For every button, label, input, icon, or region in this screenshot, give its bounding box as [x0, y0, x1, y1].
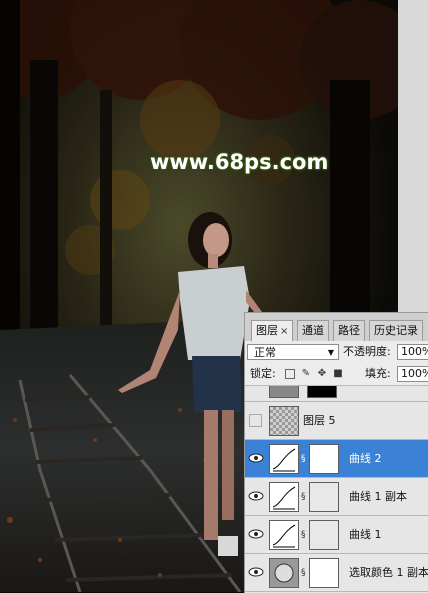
layer-row[interactable]: § 选取颜色 1 副本	[245, 554, 428, 592]
lock-transparent-icon[interactable]	[285, 369, 295, 379]
layer-mask-thumbnail	[307, 386, 337, 398]
close-icon[interactable]: ×	[280, 326, 288, 337]
eye-icon[interactable]	[248, 566, 264, 578]
panel-tab-bar: 图层 × 通道 路径 历史记录	[245, 313, 428, 342]
tab-channels[interactable]: 通道	[297, 320, 329, 341]
layer-row[interactable]: 图层 5	[245, 402, 428, 440]
opacity-field[interactable]: 100%	[397, 344, 428, 360]
curves-adjustment-icon	[269, 482, 299, 512]
tab-history-label: 历史记录	[374, 324, 418, 337]
canvas-gray-edge	[398, 0, 428, 312]
tab-layers[interactable]: 图层 ×	[251, 320, 294, 342]
lock-fill-row: 锁定: ✎ ✥ ■ 填充: 100%	[245, 363, 428, 386]
blend-mode-value: 正常	[254, 346, 276, 359]
layer-row-partial[interactable]	[245, 386, 428, 402]
layer-row[interactable]: § 曲线 1	[245, 516, 428, 554]
lock-all-icon[interactable]: ■	[333, 369, 343, 379]
link-icon: §	[301, 492, 306, 502]
link-icon: §	[301, 454, 306, 464]
chevron-down-icon: ▼	[327, 348, 334, 357]
tab-channels-label: 通道	[302, 324, 324, 337]
curves-adjustment-icon	[269, 520, 299, 550]
layer-thumbnail	[269, 406, 299, 436]
selective-color-icon	[269, 558, 299, 588]
layer-name: 曲线 1 副本	[349, 490, 407, 503]
link-icon: §	[301, 568, 306, 578]
layer-mask-thumbnail	[309, 444, 339, 474]
layer-name: 图层 5	[303, 414, 336, 427]
layers-panel: 图层× 通道 路径 历史记录 正常 ▼ 不透明度: 100% 锁定: ✎ ✥ ■…	[244, 312, 428, 593]
lock-brush-icon[interactable]: ✎	[301, 369, 311, 379]
layer-mask-thumbnail	[309, 558, 339, 588]
opacity-label: 不透明度:	[343, 345, 391, 358]
tab-paths-label: 路径	[338, 324, 360, 337]
eye-icon[interactable]	[248, 452, 264, 464]
link-icon: §	[301, 530, 306, 540]
blend-mode-select[interactable]: 正常 ▼	[247, 344, 339, 360]
tab-paths[interactable]: 路径	[333, 320, 365, 341]
watermark-text: www.68ps.com	[150, 150, 329, 174]
visibility-toggle[interactable]	[249, 414, 262, 427]
layer-mask-thumbnail	[309, 482, 339, 512]
layer-name: 曲线 2	[349, 452, 382, 465]
lock-move-icon[interactable]: ✥	[317, 369, 327, 379]
layer-list: 图层 5 § 曲线 2 § 曲线 1 副本 § 曲线 1 § 选取颜色 1 副本	[245, 386, 428, 593]
layer-mask-thumbnail	[309, 520, 339, 550]
eye-icon[interactable]	[248, 490, 264, 502]
layer-name: 选取颜色 1 副本	[349, 566, 428, 579]
eye-icon[interactable]	[248, 528, 264, 540]
curves-adjustment-icon	[269, 444, 299, 474]
lock-label: 锁定:	[250, 367, 276, 380]
tab-layers-label: 图层	[256, 324, 278, 337]
layer-row-selected[interactable]: § 曲线 2	[245, 440, 428, 478]
layer-name: 曲线 1	[349, 528, 382, 541]
layer-thumbnail	[269, 386, 299, 398]
fill-field[interactable]: 100%	[397, 366, 428, 382]
blend-opacity-row: 正常 ▼ 不透明度: 100%	[245, 341, 428, 363]
tab-history[interactable]: 历史记录	[369, 320, 423, 341]
fill-label: 填充:	[365, 367, 391, 380]
layer-row[interactable]: § 曲线 1 副本	[245, 478, 428, 516]
